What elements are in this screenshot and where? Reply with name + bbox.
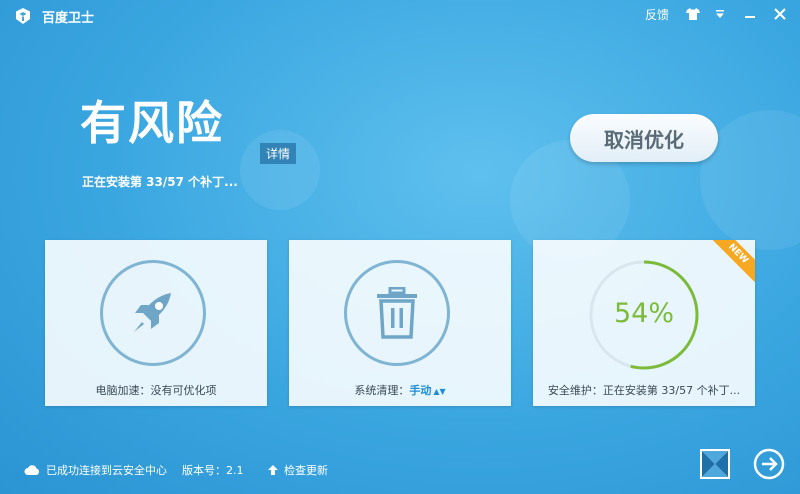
rocket-icon	[134, 293, 171, 332]
install-progress-text: 正在安装第 33/57 个补丁...	[82, 175, 238, 189]
feedback-link[interactable]: 反馈	[645, 6, 669, 23]
maintain-label: 安全维护：正在安装第 33/57 个补丁...	[547, 384, 741, 397]
cancel-optimize-button[interactable]: 取消优化	[570, 114, 718, 162]
app-window: 百度卫士 反馈 有风险 详情 正在安装第 33/57 个补丁... 取消优化 电…	[0, 0, 800, 494]
toolbox-icon	[700, 449, 730, 479]
clean-mode-dropdown[interactable]: 手动 ▲▼	[409, 384, 445, 397]
minimize-icon	[745, 16, 755, 18]
speedup-circle	[100, 260, 206, 366]
sort-arrows-icon: ▲▼	[433, 387, 446, 396]
detail-link[interactable]: 详情	[260, 143, 297, 164]
new-ribbon: NEW	[707, 240, 755, 285]
progress-percent: 54%	[613, 298, 674, 329]
arrow-right-circle-icon	[753, 448, 785, 480]
close-button[interactable]	[769, 4, 791, 24]
clean-label-text: 系统清理：	[354, 384, 410, 397]
shield-logo-icon	[16, 8, 30, 24]
cloud-icon	[24, 465, 40, 475]
next-button[interactable]	[752, 447, 786, 481]
clean-label: 系统清理：手动 ▲▼	[289, 382, 511, 398]
decorative-bubble	[240, 130, 320, 210]
system-clean-card[interactable]: 系统清理：手动 ▲▼	[289, 240, 511, 406]
title-bar: 百度卫士 反馈	[0, 0, 800, 30]
toolbox-button[interactable]	[698, 447, 732, 481]
clean-circle	[344, 260, 450, 366]
tshirt-icon	[686, 8, 700, 20]
cloud-status: 已成功连接到云安全中心	[24, 462, 167, 478]
speedup-label: 电脑加速：没有可优化项	[95, 384, 217, 397]
upload-arrow-icon	[268, 465, 278, 475]
risk-status-title: 有风险	[80, 96, 224, 150]
trash-icon	[377, 287, 417, 339]
cloud-status-text: 已成功连接到云安全中心	[46, 464, 167, 477]
skin-button[interactable]	[682, 4, 704, 24]
security-maintain-card[interactable]: NEW 54% 安全维护：正在安装第 33/57 个补丁...	[533, 240, 755, 406]
clean-mode-value: 手动	[409, 384, 432, 397]
version-info: 版本号：2.1	[182, 462, 244, 478]
menu-button[interactable]	[709, 4, 731, 24]
speedup-card[interactable]: 电脑加速：没有可优化项	[45, 240, 267, 406]
menu-dropdown-icon	[716, 10, 724, 18]
app-title: 百度卫士	[42, 11, 95, 26]
check-update-text: 检查更新	[284, 464, 328, 477]
version-text: 版本号：2.1	[182, 464, 244, 477]
minimize-button[interactable]	[739, 4, 761, 24]
close-icon	[774, 8, 786, 20]
check-update-link[interactable]: 检查更新	[268, 462, 328, 478]
